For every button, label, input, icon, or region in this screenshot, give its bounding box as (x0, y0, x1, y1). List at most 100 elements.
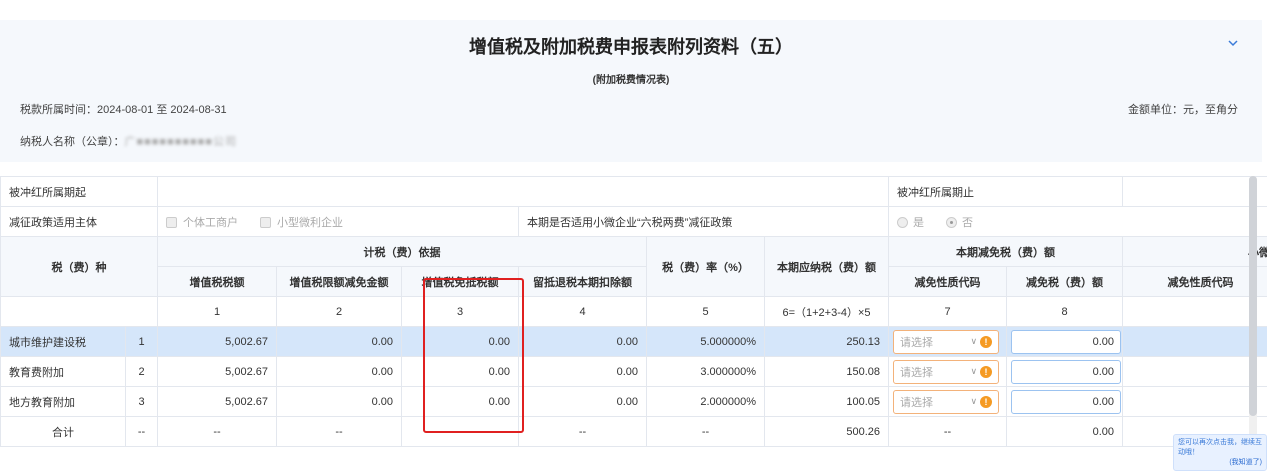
vertical-scrollbar[interactable] (1249, 176, 1257, 441)
col-number: 2 (276, 296, 402, 327)
small-enterprise-checkbox[interactable] (260, 216, 271, 228)
reduction-amount-input[interactable]: 0.00 (1011, 329, 1122, 354)
row-number: 1 (125, 326, 158, 357)
reduction-amount-input[interactable]: 0.00 (1011, 359, 1122, 384)
policy-row: 减征政策适用主体 个体工商户 小型微利企业 本期是否适用小微企业“六税两费”减征政… (0, 206, 1267, 237)
small-code-cell (1122, 326, 1267, 357)
col-vat-amount: 增值税税额 (157, 266, 277, 297)
no-radio[interactable] (946, 216, 958, 228)
reduction-amount-input[interactable]: 0.00 (1011, 389, 1122, 414)
chevron-down-icon[interactable] (1226, 36, 1240, 50)
page-subtitle: (附加税费情况表) (592, 75, 670, 86)
col-number: 4 (518, 296, 647, 327)
col-rate: 税（费）率（%） (646, 236, 765, 297)
retained-refund: 0.00 (518, 386, 647, 417)
col-number: 5 (646, 296, 765, 327)
no-label: 否 (962, 216, 974, 229)
col-reduction-group: 本期减免税（费）额 (888, 236, 1124, 267)
tax-name: 地方教育附加 (0, 386, 126, 417)
policy-options: 个体工商户 小型微利企业 (157, 206, 519, 237)
col-basis-group: 计税（费）依据 (157, 236, 647, 267)
vat-amount: 5,002.67 (157, 386, 277, 417)
payable-amount: 250.13 (763, 326, 890, 357)
reduction-code-cell: 请选择 ∨! (888, 386, 1008, 417)
select-placeholder: 请选择 (900, 396, 934, 409)
tax-rate: 2.000000% (646, 386, 765, 417)
small-enterprise-label: 小型微利企业 (277, 216, 343, 229)
annotation-highlight-box (423, 278, 524, 433)
total-dash: -- (646, 416, 765, 447)
col-number-blank (0, 296, 158, 327)
total-dash: -- (518, 416, 647, 447)
chevron-down-icon: ∨ (970, 396, 978, 406)
taxpayer-info: 纳税人名称（公章）：广■■■■■■■■■■公司 (20, 133, 237, 149)
taxpayer-name: 广■■■■■■■■■■公司 (124, 136, 237, 148)
offset-start-label: 被冲红所属期起 (0, 176, 158, 207)
small-code-cell (1122, 356, 1267, 387)
individual-label: 个体工商户 (183, 216, 238, 229)
tax-name: 城市维护建设税 (0, 326, 126, 357)
col-number: 1 (157, 296, 277, 327)
table-row[interactable]: 教育费附加 2 5,002.67 0.00 0.00 0.00 3.000000… (0, 356, 1267, 387)
individual-checkbox[interactable] (166, 216, 177, 228)
payable-amount: 100.05 (763, 386, 890, 417)
total-payable: 500.26 (763, 416, 890, 447)
vat-limit: 0.00 (276, 356, 402, 387)
warning-icon: ! (980, 365, 993, 378)
small-code-cell (1122, 386, 1267, 417)
vat-limit: 0.00 (276, 326, 402, 357)
scrollbar-thumb[interactable] (1249, 176, 1257, 416)
reduction-code-select[interactable]: 请选择 ∨! (893, 389, 1000, 414)
assistant-tip[interactable]: 您可以再次点击我，继续互动哦！ (我知道了) (1173, 434, 1267, 471)
surcharge-table: 被冲红所属期起 被冲红所属期止 减征政策适用主体 个体工商户 小型微利企业 本期是… (0, 176, 1267, 447)
warning-icon: ! (980, 335, 993, 348)
table-row[interactable]: 城市维护建设税 1 5,002.67 0.00 0.00 0.00 5.0000… (0, 326, 1267, 357)
col-retained-refund: 留抵退税本期扣除额 (518, 266, 647, 297)
total-dash: -- (276, 416, 402, 447)
reduction-code-select[interactable]: 请选择 ∨! (893, 329, 1000, 354)
col-vat-limit: 增值税限额减免金额 (276, 266, 402, 297)
six-tax-question: 本期是否适用小微企业“六税两费”减征政策 (517, 206, 890, 237)
payable-amount: 150.08 (763, 356, 890, 387)
col-reduction-code: 减免性质代码 (888, 266, 1008, 297)
tax-name: 教育费附加 (0, 356, 126, 387)
tax-rate: 3.000000% (646, 356, 765, 387)
tax-rate: 5.000000% (646, 326, 765, 357)
header-row-2: 增值税税额 增值税限额减免金额 增值税免抵税额 留抵退税本期扣除额 减免性质代码… (1, 266, 1267, 297)
total-dash: -- (157, 416, 277, 447)
yes-radio[interactable] (897, 216, 909, 228)
tax-period: 税款所属时间：2024-08-01 至 2024-08-31 (20, 104, 227, 116)
amount-unit: 金额单位：元，至角分 (1128, 104, 1238, 116)
col-reduction-amount: 减免税（费）额 (1006, 266, 1124, 297)
col-number-blank (1122, 296, 1267, 327)
tip-dismiss-link[interactable]: (我知道了) (1178, 458, 1262, 468)
offset-end-value[interactable] (1122, 176, 1267, 207)
total-label: 合计 (0, 416, 126, 447)
chevron-down-icon: ∨ (970, 336, 978, 346)
reduction-code-select[interactable]: 请选择 ∨! (893, 359, 1000, 384)
col-number: 7 (888, 296, 1008, 327)
offset-start-value[interactable] (156, 176, 890, 207)
col-number: 6=（1+2+3-4）×5 (763, 296, 890, 327)
six-tax-options: 是否 (888, 206, 1267, 237)
total-reduction: 0.00 (1006, 416, 1124, 447)
offset-end-label: 被冲红所属期止 (888, 176, 1124, 207)
vat-amount: 5,002.67 (157, 326, 277, 357)
table-row[interactable]: 地方教育附加 3 5,002.67 0.00 0.00 0.00 2.00000… (0, 386, 1267, 417)
taxpayer-label: 纳税人名称（公章）： (20, 136, 125, 148)
select-placeholder: 请选择 (900, 366, 934, 379)
row-number: 2 (125, 356, 158, 387)
vat-limit: 0.00 (276, 386, 402, 417)
col-small-code: 减免性质代码 (1122, 266, 1267, 297)
reduction-amount-cell: 0.00 (1006, 326, 1124, 357)
retained-refund: 0.00 (518, 356, 647, 387)
reduction-amount-cell: 0.00 (1006, 356, 1124, 387)
column-number-row: 1 2 3 4 5 6=（1+2+3-4）×5 7 8 (0, 296, 1267, 327)
reduction-amount-cell: 0.00 (1006, 386, 1124, 417)
col-tax-type: 税（费）种 (0, 236, 158, 297)
total-dash: -- (888, 416, 1008, 447)
policy-subject-label: 减征政策适用主体 (0, 206, 158, 237)
col-small-group: 小微 (1122, 236, 1267, 267)
retained-refund: 0.00 (518, 326, 647, 357)
report-header: 增值税及附加税费申报表附列资料（五） (附加税费情况表) 税款所属时间：2024… (0, 20, 1262, 162)
